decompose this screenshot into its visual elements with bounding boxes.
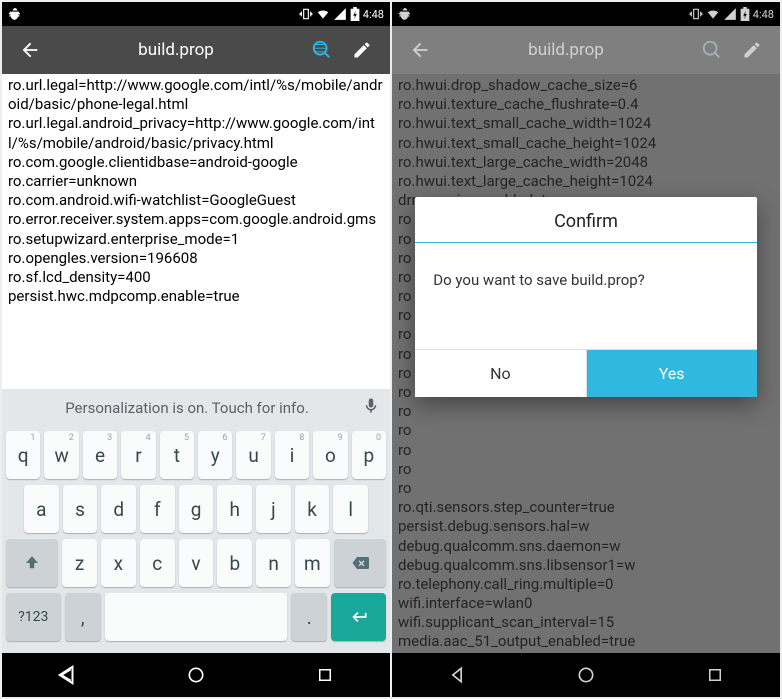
- symbols-key[interactable]: ?123: [6, 593, 61, 641]
- signal-icon: R: [333, 7, 347, 21]
- editor-content[interactable]: ro.url.legal=http://www.google.com/intl/…: [2, 74, 390, 389]
- editor-line[interactable]: persist.hwc.mdpcomp.enable=true: [8, 287, 384, 306]
- key-h[interactable]: h: [217, 485, 252, 533]
- key-y[interactable]: y6: [198, 431, 232, 479]
- comma-key[interactable]: ,: [65, 593, 101, 641]
- edit-icon[interactable]: [342, 30, 382, 70]
- vibrate-icon: [299, 7, 313, 21]
- app-title: build.prop: [50, 40, 302, 60]
- back-icon[interactable]: [10, 30, 50, 70]
- key-f[interactable]: f: [140, 485, 175, 533]
- nav-bar: [2, 653, 390, 697]
- status-bar: R 4:48: [2, 2, 390, 26]
- keyboard-suggestion-bar[interactable]: Personalization is on. Touch for info.: [2, 389, 390, 427]
- key-b[interactable]: b: [217, 539, 252, 587]
- editor-line[interactable]: ro.setupwizard.enterprise_mode=1: [8, 230, 384, 249]
- editor-line[interactable]: ro.url.legal.android_privacy=http://www.…: [8, 114, 384, 152]
- backspace-key[interactable]: [334, 539, 386, 587]
- key-r[interactable]: r4: [121, 431, 155, 479]
- key-a[interactable]: a: [24, 485, 59, 533]
- dialog-scrim[interactable]: Confirm Do you want to save build.prop? …: [392, 2, 780, 697]
- period-key[interactable]: .: [291, 593, 327, 641]
- key-q[interactable]: q1: [6, 431, 40, 479]
- editor-line[interactable]: ro.com.android.wifi-watchlist=GoogleGues…: [8, 191, 384, 210]
- confirm-dialog: Confirm Do you want to save build.prop? …: [415, 197, 756, 397]
- key-n[interactable]: n: [256, 539, 291, 587]
- svg-text:R: R: [336, 9, 339, 15]
- wifi-icon: [316, 7, 330, 21]
- key-c[interactable]: c: [140, 539, 175, 587]
- status-time: 4:48: [363, 8, 384, 21]
- key-p[interactable]: p0: [352, 431, 386, 479]
- key-w[interactable]: w2: [44, 431, 78, 479]
- nav-back[interactable]: [37, 657, 97, 693]
- globe-search-icon[interactable]: [302, 30, 342, 70]
- key-u[interactable]: u7: [236, 431, 270, 479]
- suggestion-text: Personalization is on. Touch for info.: [12, 399, 362, 417]
- debug-icon: [8, 7, 22, 21]
- key-x[interactable]: x: [101, 539, 136, 587]
- key-j[interactable]: j: [256, 485, 291, 533]
- dialog-no-button[interactable]: No: [415, 350, 586, 397]
- editor-line[interactable]: ro.sf.lcd_density=400: [8, 268, 384, 287]
- shift-key[interactable]: [6, 539, 58, 587]
- dialog-actions: No Yes: [415, 349, 756, 397]
- key-s[interactable]: s: [63, 485, 98, 533]
- dialog-message: Do you want to save build.prop?: [415, 243, 756, 349]
- key-m[interactable]: m: [295, 539, 330, 587]
- editor-line[interactable]: ro.opengles.version=196608: [8, 249, 384, 268]
- space-key[interactable]: [105, 593, 287, 641]
- app-bar: build.prop: [2, 26, 390, 74]
- battery-icon: [350, 7, 360, 21]
- dialog-title: Confirm: [415, 197, 756, 243]
- nav-recent[interactable]: [295, 657, 355, 693]
- keyboard: q1w2e3r4t5y6u7i8o9p0 asdfghjkl zxcvbnm ?…: [2, 427, 390, 653]
- mic-icon[interactable]: [362, 397, 380, 419]
- key-o[interactable]: o9: [313, 431, 347, 479]
- key-v[interactable]: v: [179, 539, 214, 587]
- key-l[interactable]: l: [333, 485, 368, 533]
- key-t[interactable]: t5: [160, 431, 194, 479]
- key-k[interactable]: k: [295, 485, 330, 533]
- key-e[interactable]: e3: [83, 431, 117, 479]
- nav-home[interactable]: [166, 657, 226, 693]
- editor-line[interactable]: ro.url.legal=http://www.google.com/intl/…: [8, 76, 384, 114]
- dialog-yes-button[interactable]: Yes: [587, 350, 757, 397]
- phone-right: 4:48 build.prop ro.hwui.drop_shadow_cach…: [392, 2, 780, 697]
- editor-line[interactable]: ro.error.receiver.system.apps=com.google…: [8, 210, 384, 229]
- key-g[interactable]: g: [179, 485, 214, 533]
- key-z[interactable]: z: [62, 539, 97, 587]
- editor-line[interactable]: ro.com.google.clientidbase=android-googl…: [8, 153, 384, 172]
- key-d[interactable]: d: [101, 485, 136, 533]
- editor-line[interactable]: ro.carrier=unknown: [8, 172, 384, 191]
- enter-key[interactable]: [331, 593, 386, 641]
- phone-left: R 4:48 build.prop ro.url.legal=http://ww…: [2, 2, 390, 697]
- key-i[interactable]: i8: [275, 431, 309, 479]
